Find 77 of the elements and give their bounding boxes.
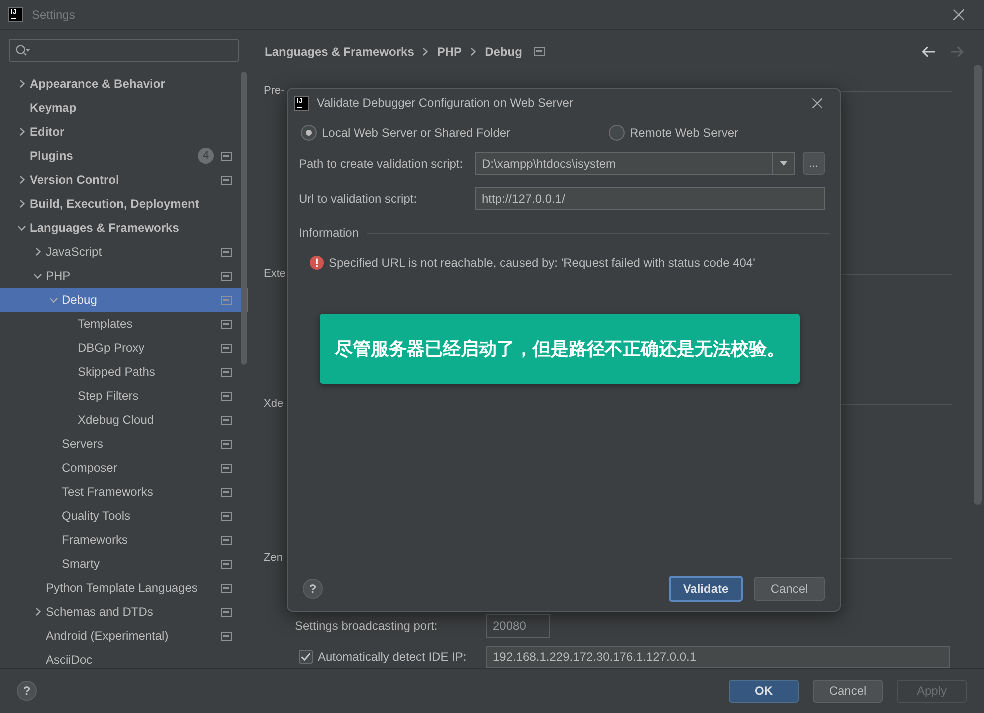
radio-option[interactable]: Remote Web Server (609, 124, 738, 142)
tree-item[interactable]: Servers (0, 432, 248, 456)
tree-item[interactable]: Templates (0, 312, 248, 336)
tree-item[interactable]: Version Control (0, 168, 248, 192)
primary-button[interactable]: Validate (669, 576, 743, 602)
chevron-right-icon[interactable] (20, 200, 24, 208)
chevron-right-icon (423, 48, 428, 56)
search-icon (16, 45, 30, 56)
window-icon (534, 47, 546, 56)
window-title: Settings (32, 6, 76, 24)
tree-item[interactable]: Composer (0, 456, 248, 480)
tree-item[interactable]: Languages & Frameworks (0, 216, 248, 240)
breadcrumb-item: Debug (485, 44, 522, 60)
scrollbar-thumb[interactable] (241, 72, 247, 365)
section-title: Pre- (264, 84, 285, 99)
chevron-right-icon[interactable] (20, 80, 24, 88)
tree-item[interactable]: JavaScript (0, 240, 248, 264)
tree-item[interactable]: Debug (0, 288, 248, 312)
chevron-down-icon[interactable] (18, 226, 26, 230)
chevron-right-icon[interactable] (36, 608, 40, 616)
tree-item[interactable]: AsciiDoc (0, 648, 248, 668)
path-combo-box[interactable]: D:\xampp\htdocs\isystem (475, 152, 795, 175)
tree-item[interactable]: Smarty (0, 552, 248, 576)
dialog-title: Validate Debugger Configuration on Web Server (317, 95, 574, 112)
tree-item[interactable]: DBGp Proxy (0, 336, 248, 360)
radio-option[interactable]: Local Web Server or Shared Folder (301, 124, 609, 142)
search-field[interactable] (9, 39, 239, 62)
tree-item[interactable]: Python Template Languages (0, 576, 248, 600)
arrow-left-icon[interactable] (922, 46, 936, 58)
tree-item[interactable]: Keymap (0, 96, 248, 120)
chevron-right-icon (471, 48, 476, 56)
chevron-right-icon[interactable] (20, 176, 24, 184)
tree-item[interactable]: Build, Execution, Deployment (0, 192, 248, 216)
chevron-right-icon[interactable] (36, 248, 40, 256)
section-title: Zen (264, 550, 283, 566)
tree-item[interactable]: Frameworks (0, 528, 248, 552)
primary-button[interactable]: OK (729, 680, 799, 702)
checkmark-icon (301, 653, 311, 661)
radio-icon[interactable] (301, 125, 317, 141)
tree-item[interactable]: Android (Experimental) (0, 624, 248, 648)
text-field[interactable]: 192.168.1.229.172.30.176.1.127.0.0.1 (486, 646, 950, 668)
field-label: Automatically detect IDE IP: (318, 649, 467, 666)
section-title: Exte (264, 266, 286, 282)
field-label: Path to create validation script: (299, 156, 464, 172)
group-title: Information (299, 225, 360, 242)
tree-item[interactable]: Editor (0, 120, 248, 144)
secondary-button[interactable]: Cancel (754, 577, 825, 601)
browse-button[interactable]: ... (803, 152, 825, 175)
radio-icon[interactable] (609, 125, 625, 141)
annotation-callout: 尽管服务器已经启动了，但是路径不正确还是无法校验。 (320, 314, 800, 384)
breadcrumb-item: PHP (437, 44, 462, 60)
field-label: Url to validation script: (299, 190, 418, 208)
chevron-right-icon[interactable] (20, 128, 24, 136)
close-icon[interactable] (953, 8, 965, 20)
tree-item[interactable]: Test Frameworks (0, 480, 248, 504)
error-icon (310, 256, 324, 270)
tree-item[interactable]: Quality Tools (0, 504, 248, 528)
scrollbar-thumb[interactable] (974, 65, 982, 505)
error-message: Specified URL is not reachable, caused by: 'Request failed with status code 404' (329, 255, 756, 272)
breadcrumb-item: Languages & Frameworks (265, 44, 414, 60)
tree-item[interactable]: PHP (0, 264, 248, 288)
help-button[interactable]: ? (17, 681, 37, 701)
tree-item[interactable]: Schemas and DTDs (0, 600, 248, 624)
tree-item[interactable]: Xdebug Cloud (0, 408, 248, 432)
checkbox[interactable] (299, 650, 313, 664)
chevron-down-icon[interactable] (34, 274, 42, 278)
secondary-button[interactable]: Cancel (813, 680, 883, 702)
text-field[interactable]: 20080 (486, 614, 550, 638)
section-title: Xde (264, 396, 284, 412)
tree-item[interactable]: Step Filters (0, 384, 248, 408)
tree-item[interactable]: Appearance & Behavior (0, 72, 248, 96)
help-button[interactable]: ? (303, 579, 323, 599)
url-field[interactable]: http://127.0.0.1/ (475, 187, 825, 210)
tree-item[interactable]: Skipped Paths (0, 360, 248, 384)
close-icon[interactable] (812, 98, 823, 108)
caret-down-icon (780, 161, 788, 166)
field-label: Settings broadcasting port: (295, 618, 438, 635)
